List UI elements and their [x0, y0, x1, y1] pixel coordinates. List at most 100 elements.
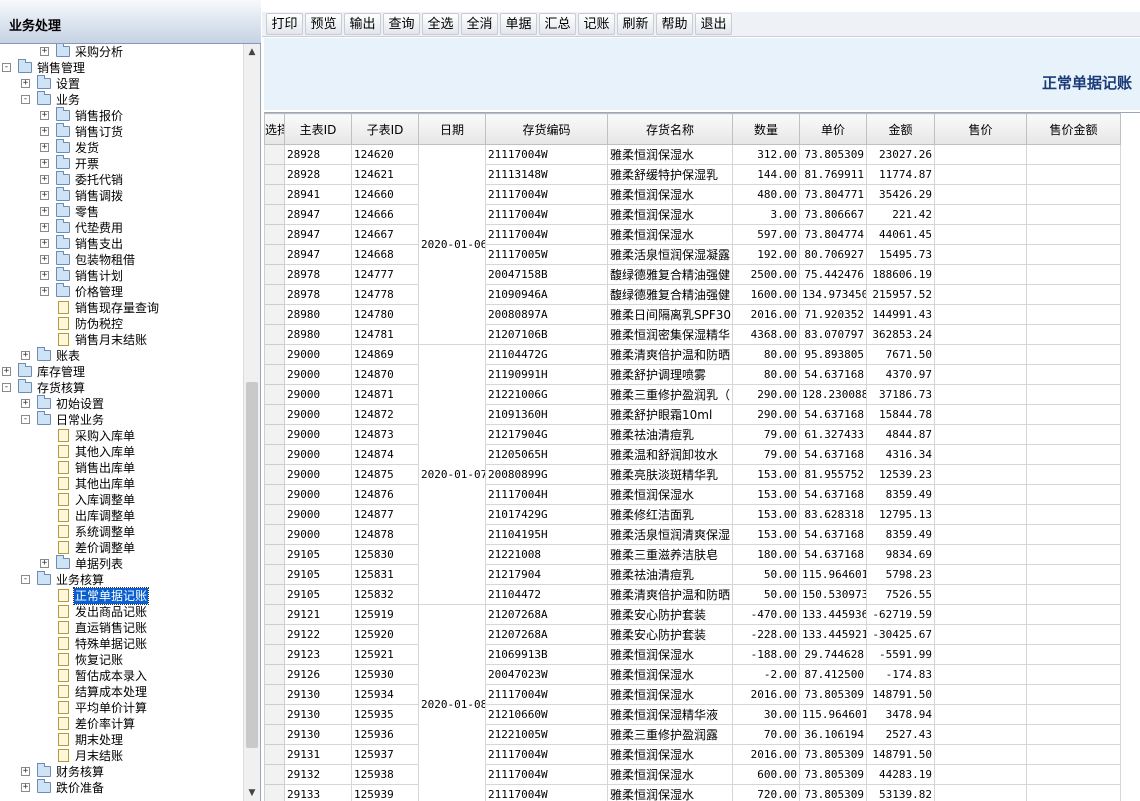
row-select-cell[interactable] — [264, 604, 285, 625]
tree-item[interactable]: + 包装物租借 — [0, 251, 243, 268]
toolbar-button[interactable]: 刷新 — [617, 13, 654, 35]
table-row[interactable]: 28978 124777 20047158B 馥绿德雅复合精油强健 2500.00 75.… — [264, 264, 1121, 285]
table-row[interactable]: 28947 124668 21117005W 雅柔活泉恒润保湿凝露 192.00 80.7… — [264, 244, 1121, 265]
expand-icon[interactable]: + — [40, 111, 49, 120]
expand-icon[interactable]: + — [40, 127, 49, 136]
expand-icon[interactable]: + — [40, 255, 49, 264]
row-select-cell[interactable] — [264, 724, 285, 745]
expand-icon[interactable]: + — [21, 351, 30, 360]
tree-item[interactable]: 差价率计算 — [0, 716, 243, 732]
table-row[interactable]: 29000 124869 2020-01-07 21104472G 雅柔清爽倍护温和防晒… — [264, 344, 1121, 605]
row-select-cell[interactable] — [264, 284, 285, 305]
tree-item[interactable]: 其他入库单 — [0, 444, 243, 460]
expand-icon[interactable]: + — [40, 175, 49, 184]
toolbar-button[interactable]: 退出 — [695, 13, 732, 35]
table-row[interactable]: 29000 124871 21221006G 雅柔三重修护盈润乳（ 290.00 128.… — [264, 384, 1121, 405]
table-row[interactable]: 29000 124872 21091360H 雅柔舒护眼霜10ml 290.00 54.6… — [264, 404, 1121, 425]
expand-icon[interactable]: + — [40, 559, 49, 568]
table-row[interactable]: 29121 125919 2020-01-08 21207268A 雅柔安心防护套装 -4… — [264, 604, 1121, 801]
row-select-cell[interactable] — [264, 744, 285, 765]
tree-item[interactable]: 暂估成本录入 — [0, 668, 243, 684]
table-row[interactable]: 29000 124877 21017429G 雅柔修红洁面乳 153.00 83.6283… — [264, 504, 1121, 525]
table-row[interactable]: 29130 125935 21210660W 雅柔恒润保湿精华液 30.00 115.96… — [264, 704, 1121, 725]
column-header[interactable]: 数量 — [732, 113, 800, 145]
tree-item[interactable]: + 财务核算 — [0, 763, 243, 780]
row-select-cell[interactable] — [264, 624, 285, 645]
table-row[interactable]: 28980 124780 20080897A 雅柔日间隔离乳SPF30P 2016.00… — [264, 304, 1121, 325]
tree-item[interactable]: + 库存管理 — [0, 363, 243, 380]
row-select-cell[interactable] — [264, 584, 285, 605]
column-header[interactable]: 存货名称 — [607, 113, 733, 145]
tree-item[interactable]: + 开票 — [0, 155, 243, 172]
tree-item[interactable]: + 销售支出 — [0, 235, 243, 252]
tree-item[interactable]: 系统调整单 — [0, 524, 243, 540]
collapse-icon[interactable]: - — [21, 415, 30, 424]
table-row[interactable]: 29105 125831 21217904 雅柔祛油清痘乳 50.00 115.96460… — [264, 564, 1121, 585]
collapse-icon[interactable]: - — [2, 63, 11, 72]
table-row[interactable]: 29000 124875 20080899G 雅柔亮肤淡斑精华乳 153.00 81.95… — [264, 464, 1121, 485]
expand-icon[interactable]: + — [21, 399, 30, 408]
tree-item[interactable]: 月末结账 — [0, 748, 243, 764]
tree-item[interactable]: 其他出库单 — [0, 476, 243, 492]
tree-item[interactable]: 结算成本处理 — [0, 684, 243, 700]
expand-icon[interactable]: + — [40, 207, 49, 216]
row-select-cell[interactable] — [264, 424, 285, 445]
expand-icon[interactable]: + — [40, 223, 49, 232]
expand-icon[interactable]: + — [21, 767, 30, 776]
table-row[interactable]: 29132 125938 21117004W 雅柔恒润保湿水 600.00 73.8053… — [264, 764, 1121, 785]
toolbar-button[interactable]: 查询 — [383, 13, 420, 35]
tree-item[interactable]: - 业务核算 — [0, 571, 243, 588]
tree-item[interactable]: 出库调整单 — [0, 508, 243, 524]
table-row[interactable]: 29105 125832 21104472 雅柔清爽倍护温和防晒 50.00 150.53… — [264, 584, 1121, 605]
column-header[interactable]: 单价 — [799, 113, 867, 145]
row-select-cell[interactable] — [264, 444, 285, 465]
nav-scrollbar[interactable]: ▲ ▼ — [243, 44, 260, 801]
tree-item[interactable]: + 发货 — [0, 139, 243, 156]
table-row[interactable]: 28941 124660 21117004W 雅柔恒润保湿水 480.00 73.8047… — [264, 184, 1121, 205]
toolbar-button[interactable]: 汇总 — [539, 13, 576, 35]
column-header[interactable]: 子表ID — [351, 113, 419, 145]
toolbar-button[interactable]: 记账 — [578, 13, 615, 35]
table-row[interactable]: 28947 124667 21117004W 雅柔恒润保湿水 597.00 73.8047… — [264, 224, 1121, 245]
toolbar-button[interactable]: 输出 — [344, 13, 381, 35]
tree-item[interactable]: + 销售调拨 — [0, 187, 243, 204]
row-select-cell[interactable] — [264, 264, 285, 285]
row-select-cell[interactable] — [264, 244, 285, 265]
tree-item[interactable]: 销售现存量查询 — [0, 300, 243, 316]
column-header[interactable]: 售价金额 — [1026, 113, 1121, 145]
tree-item[interactable]: 发出商品记账 — [0, 604, 243, 620]
tree-item[interactable]: 入库调整单 — [0, 492, 243, 508]
column-header[interactable]: 日期 — [418, 113, 486, 145]
collapse-icon[interactable]: - — [21, 575, 30, 584]
tree-item[interactable]: + 销售报价 — [0, 107, 243, 124]
collapse-icon[interactable]: - — [21, 95, 30, 104]
tree-item[interactable]: - 业务 — [0, 91, 243, 108]
tree-item[interactable]: + 委托代销 — [0, 171, 243, 188]
row-select-cell[interactable] — [264, 644, 285, 665]
scroll-down-icon[interactable]: ▼ — [244, 785, 260, 801]
toolbar-button[interactable]: 帮助 — [656, 13, 693, 35]
tree-item[interactable]: 特殊单据记账 — [0, 636, 243, 652]
toolbar-button[interactable]: 全选 — [422, 13, 459, 35]
row-select-cell[interactable] — [264, 304, 285, 325]
table-row[interactable]: 29105 125830 21221008 雅柔三重滋养洁肤皂 180.00 54.637… — [264, 544, 1121, 565]
row-select-cell[interactable] — [264, 704, 285, 725]
row-select-cell[interactable] — [264, 564, 285, 585]
tree-item[interactable]: - 存货核算 — [0, 379, 243, 396]
expand-icon[interactable]: + — [40, 287, 49, 296]
table-row[interactable]: 29130 125934 21117004W 雅柔恒润保湿水 2016.00 73.805… — [264, 684, 1121, 705]
row-select-cell[interactable] — [264, 544, 285, 565]
tree-item[interactable]: + 零售 — [0, 203, 243, 220]
tree-item[interactable]: 销售月末结账 — [0, 332, 243, 348]
tree-item[interactable]: + 跌价准备 — [0, 779, 243, 796]
tree-item[interactable]: 期末处理 — [0, 732, 243, 748]
tree-item[interactable]: + 代垫费用 — [0, 219, 243, 236]
row-select-cell[interactable] — [264, 224, 285, 245]
scroll-thumb[interactable] — [246, 382, 258, 748]
table-row[interactable]: 29122 125920 21207268A 雅柔安心防护套装 -228.00 133.4… — [264, 624, 1121, 645]
column-header[interactable]: 金额 — [866, 113, 935, 145]
table-row[interactable]: 29000 124874 21205065H 雅柔温和舒润卸妆水 79.00 54.637… — [264, 444, 1121, 465]
tree-item[interactable]: + 采购分析 — [0, 44, 243, 60]
tree-item[interactable]: 恢复记账 — [0, 652, 243, 668]
tree-item[interactable]: 直运销售记账 — [0, 620, 243, 636]
